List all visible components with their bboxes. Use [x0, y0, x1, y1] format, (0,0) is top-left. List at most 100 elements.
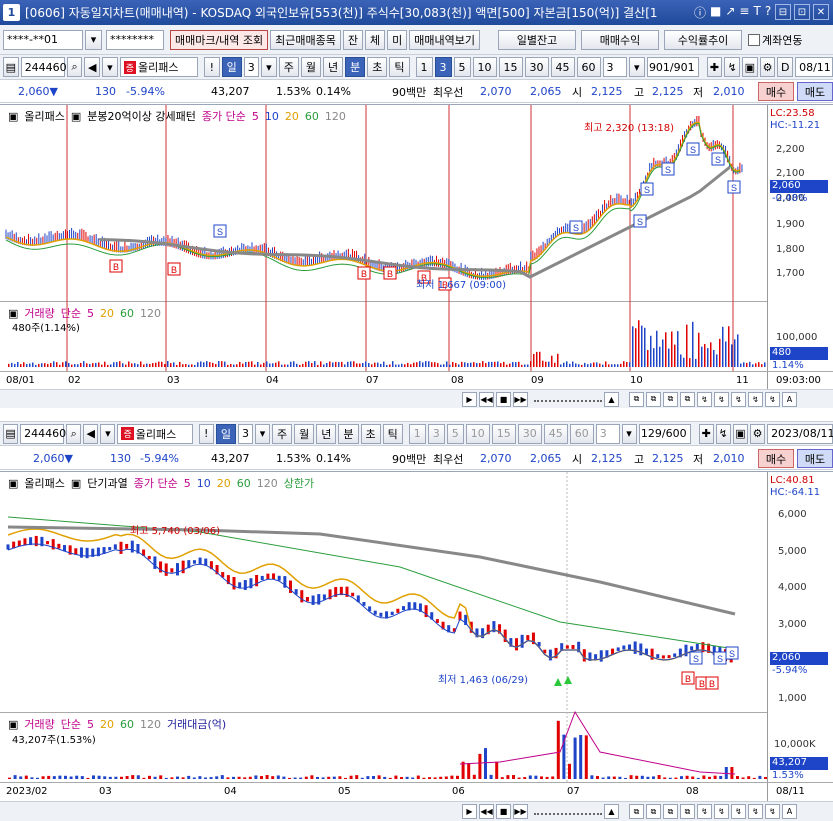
b-buy-button[interactable]: 매수 — [758, 449, 794, 468]
search-icon[interactable]: ⌕ — [66, 57, 83, 77]
b-tab-minute[interactable]: 분 — [338, 423, 359, 444]
b-zoom-in-icon[interactable]: ▲ — [604, 804, 619, 819]
text-icon[interactable]: T — [753, 4, 760, 21]
top-interval-5[interactable]: 5 — [453, 57, 471, 77]
bottom-count[interactable]: 129/600 — [638, 423, 691, 444]
b-tool-icon-7[interactable]: ↯ — [731, 804, 746, 819]
checkbox-icon[interactable] — [748, 33, 761, 46]
b-tool-icon-8[interactable]: ↯ — [748, 804, 763, 819]
layout-icon[interactable]: ▤ — [3, 57, 19, 77]
b-rewind-icon[interactable]: ◀◀ — [479, 804, 494, 819]
link-icon[interactable]: ↗ — [725, 4, 735, 21]
b-zoom-slider[interactable] — [534, 809, 602, 815]
top-font-icon[interactable]: A — [782, 391, 797, 407]
b-prev-icon[interactable]: ▾ — [100, 423, 116, 444]
b-tool-icon-1[interactable]: ⧉ — [629, 804, 644, 819]
top-stock-name[interactable]: 증 올리패스 — [119, 57, 198, 77]
bottom-period-day[interactable]: 일 — [215, 423, 236, 444]
b-search-icon[interactable]: ⌕ — [66, 423, 82, 444]
top-tab-tick[interactable]: 틱 — [389, 57, 410, 77]
minimize-icon[interactable]: ⊟ — [775, 4, 791, 20]
top-tab-minute[interactable]: 분 — [345, 57, 366, 77]
top-rewind-icon[interactable]: ◀◀ — [479, 391, 494, 407]
recent-trades-button[interactable]: 최근매매종목 — [270, 29, 341, 50]
b-tab-month[interactable]: 월 — [294, 423, 315, 444]
b-tools-icon[interactable]: ✚ — [698, 423, 714, 444]
top-interval-60[interactable]: 60 — [576, 57, 601, 77]
square-icon[interactable]: ■ — [710, 4, 721, 21]
top-tool-icon-4[interactable]: ⧉ — [680, 391, 695, 407]
account-input[interactable]: ****-**01 — [3, 29, 83, 50]
save-icon[interactable]: ▣ — [742, 57, 758, 77]
trade-history-button[interactable]: 매매내역보기 — [409, 29, 481, 50]
top-tool-icon-2[interactable]: ⧉ — [646, 391, 661, 407]
top-tool-icon-9[interactable]: ↯ — [765, 391, 780, 407]
balance-button[interactable]: 잔 — [342, 29, 364, 50]
b-interval-dd[interactable]: 3 — [595, 423, 620, 444]
draw-icon[interactable]: ↯ — [724, 57, 741, 77]
top-buy-button[interactable]: 매수 — [758, 82, 794, 101]
top-interval-10[interactable]: 10 — [472, 57, 497, 77]
top-tool-icon-3[interactable]: ⧉ — [663, 391, 678, 407]
daily-balance-button[interactable]: 일별잔고 — [498, 29, 577, 50]
b-interval-45[interactable]: 45 — [543, 423, 568, 444]
top-period-dropdown-icon[interactable]: ▾ — [261, 57, 277, 77]
top-interval-3[interactable]: 3 — [434, 57, 452, 77]
top-stop-icon[interactable]: ■ — [496, 391, 511, 407]
b-period-dropdown-icon[interactable]: ▾ — [254, 423, 271, 444]
bottom-period-num[interactable]: 3 — [237, 423, 253, 444]
b-font-icon[interactable]: A — [782, 804, 797, 819]
top-tool-icon-5[interactable]: ↯ — [697, 391, 712, 407]
b-stop-icon[interactable]: ■ — [496, 804, 511, 819]
top-period-num[interactable]: 3 — [243, 57, 260, 77]
account-link-checkbox[interactable]: 계좌연동 — [748, 32, 803, 48]
b-interval-dropdown-icon[interactable]: ▾ — [621, 423, 637, 444]
executed-button[interactable]: 체 — [365, 29, 386, 50]
password-input[interactable]: ******** — [106, 29, 164, 50]
b-interval-3[interactable]: 3 — [427, 423, 445, 444]
top-date[interactable]: 08/11 — [795, 57, 833, 77]
top-interval-15[interactable]: 15 — [498, 57, 523, 77]
b-interval-30[interactable]: 30 — [517, 423, 542, 444]
b-tool-icon-4[interactable]: ⧉ — [680, 804, 695, 819]
b-interval-5[interactable]: 5 — [446, 423, 464, 444]
b-tab-second[interactable]: 초 — [360, 423, 381, 444]
b-interval-10[interactable]: 10 — [465, 423, 490, 444]
b-tool-icon-9[interactable]: ↯ — [765, 804, 780, 819]
account-dropdown-icon[interactable]: ▾ — [85, 29, 102, 50]
tools-icon[interactable]: ✚ — [706, 57, 723, 77]
b-interval-60[interactable]: 60 — [569, 423, 594, 444]
menu-icon[interactable]: ≡ — [739, 4, 749, 21]
top-tab-year[interactable]: 년 — [323, 57, 344, 77]
b-sell-button[interactable]: 매도 — [797, 449, 833, 468]
b-draw-icon[interactable]: ↯ — [715, 423, 731, 444]
b-prev-icon-nav[interactable]: ▶ — [462, 804, 477, 819]
b-next-icon[interactable]: ▶▶ — [513, 804, 528, 819]
top-interval-30[interactable]: 30 — [524, 57, 549, 77]
gear-icon[interactable]: ⚙ — [759, 57, 776, 77]
top-interval-dropdown-icon[interactable]: ▾ — [628, 57, 645, 77]
bottom-date[interactable]: 2023/08/11 — [767, 423, 833, 444]
top-interval-1[interactable]: 1 — [415, 57, 433, 77]
top-tool-icon-6[interactable]: ↯ — [714, 391, 729, 407]
top-sell-button[interactable]: 매도 — [797, 82, 833, 101]
top-count[interactable]: 901/901 — [646, 57, 699, 77]
top-tab-second[interactable]: 초 — [367, 57, 388, 77]
top-tool-icon-7[interactable]: ↯ — [731, 391, 746, 407]
b-save-icon[interactable]: ▣ — [732, 423, 748, 444]
close-icon[interactable]: ✕ — [813, 4, 829, 20]
top-tool-icon-1[interactable]: ⧉ — [629, 391, 644, 407]
top-zoom-in-icon[interactable]: ▲ — [604, 391, 619, 407]
bottom-stock-code[interactable]: 244460 — [20, 423, 66, 444]
top-tool-icon-8[interactable]: ↯ — [748, 391, 763, 407]
b-speaker-icon[interactable]: ◀ — [83, 423, 99, 444]
b-interval-1[interactable]: 1 — [408, 423, 426, 444]
top-interval-dd[interactable]: 3 — [602, 57, 627, 77]
info-icon[interactable]: ⓘ — [694, 4, 706, 21]
b-interval-15[interactable]: 15 — [491, 423, 516, 444]
top-period-day[interactable]: 일 — [221, 57, 242, 77]
b-alert-icon[interactable]: ! — [198, 423, 214, 444]
alert-icon[interactable]: ! — [203, 57, 220, 77]
speaker-icon[interactable]: ◀ — [84, 57, 101, 77]
top-tab-month[interactable]: 월 — [300, 57, 322, 77]
